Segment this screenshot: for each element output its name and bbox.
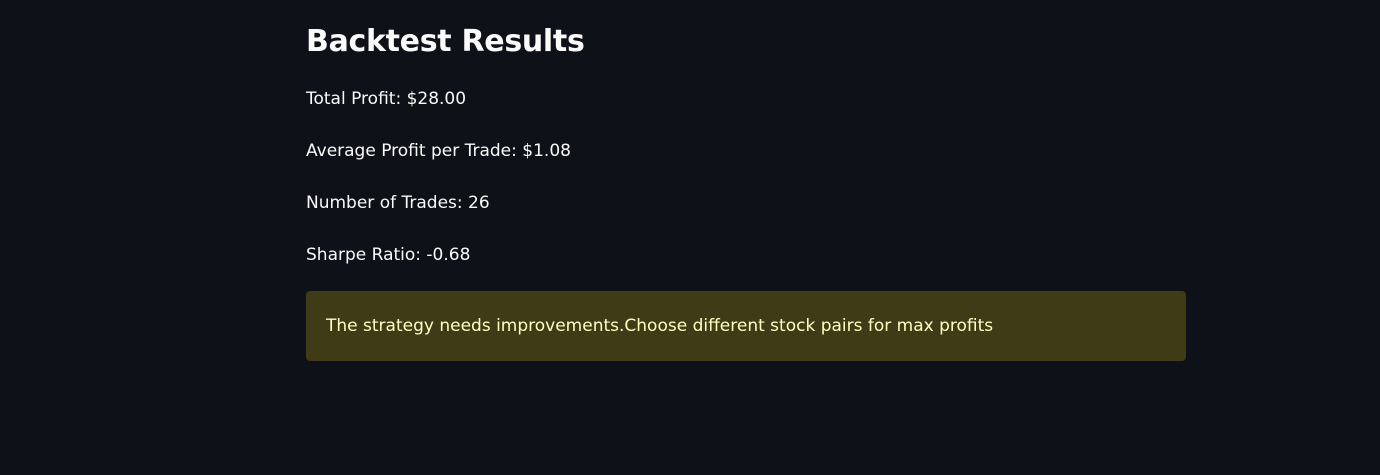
number-of-trades-text: Number of Trades: 26 — [306, 193, 490, 213]
total-profit-text: Total Profit: $28.00 — [306, 89, 467, 109]
average-profit-text: Average Profit per Trade: $1.08 — [306, 141, 571, 161]
warning-alert-message: The strategy needs improvements.Choose d… — [326, 316, 994, 336]
page-title: Backtest Results — [306, 24, 585, 59]
warning-alert: The strategy needs improvements.Choose d… — [306, 291, 1186, 361]
sharpe-ratio-text: Sharpe Ratio: -0.68 — [306, 245, 471, 265]
